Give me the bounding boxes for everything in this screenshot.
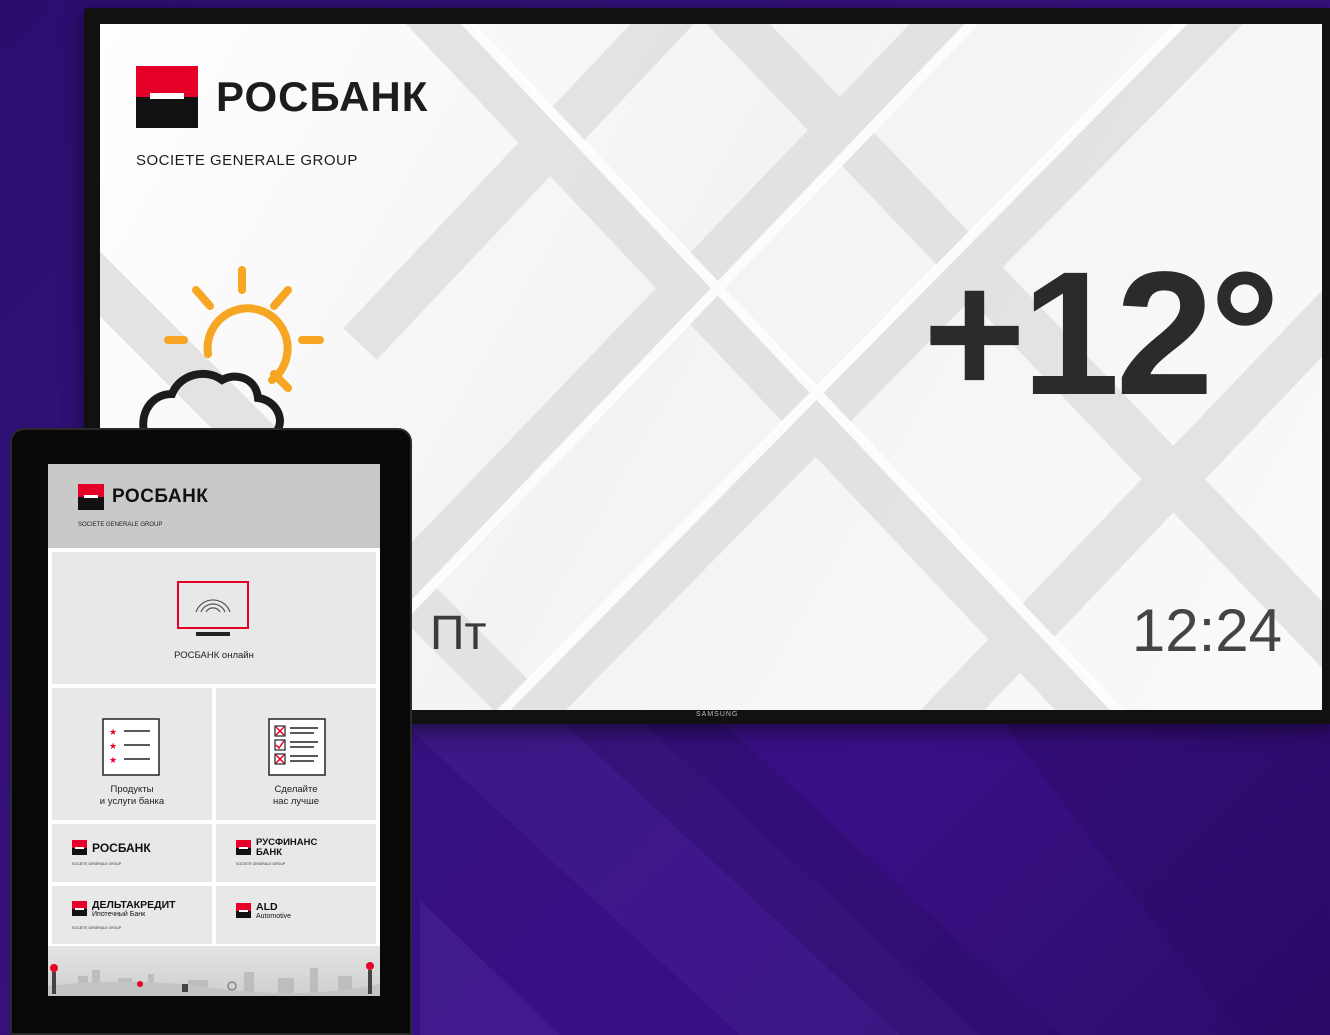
feedback-label-line2: нас лучше (272, 796, 320, 807)
tv-group-name: SOCIETE GENERALE GROUP (136, 152, 358, 169)
city-skyline-illustration (48, 962, 380, 996)
svg-text:★: ★ (109, 742, 117, 752)
tablet-group-name: SOCIETE GENERALE GROUP (78, 522, 163, 528)
products-label-line2: и услуги банка (99, 796, 165, 807)
rusfinance-logo-icon (236, 840, 251, 855)
rosbank-online-label: РОСБАНК онлайн (174, 650, 254, 661)
partner-deltacredit-tile[interactable]: ДЕЛЬТАКРЕДИТ Ипотечный Банк SOCIETE GENE… (52, 886, 212, 944)
weekday-label: Пт (430, 607, 487, 660)
svg-text:★: ★ (109, 728, 117, 738)
tablet-screen: РОСБАНК SOCIETE GENERALE GROUP РОСБАНК о… (48, 464, 380, 996)
rosbank-logo-icon (72, 840, 87, 855)
rosbank-logo-icon (136, 66, 198, 128)
clock-time: 12:24 (1131, 597, 1282, 664)
partner-rusfinance-group: SOCIETE GENERALE GROUP (236, 862, 286, 866)
tablet-brand: РОСБАНК (78, 484, 208, 510)
products-tile[interactable]: ★ ★ ★ Продукты и услуги банка (52, 688, 212, 820)
partner-ald-tile[interactable]: ALD Automotive (216, 886, 376, 944)
partner-rusfinance-tile[interactable]: РУСФИНАНС БАНК SOCIETE GENERALE GROUP (216, 824, 376, 882)
partner-ald-name: ALD (256, 901, 278, 913)
temperature-readout: +12° (923, 236, 1280, 432)
partner-rosbank-name: РОСБАНК (92, 840, 151, 855)
svg-text:★: ★ (109, 756, 117, 766)
partner-deltacredit-sub: Ипотечный Банк (92, 910, 146, 918)
city-illustration-footer (48, 946, 380, 996)
tablet-bank-name: РОСБАНК (112, 486, 209, 507)
checklist-icon (268, 718, 326, 776)
feedback-label-line1: Сделайте (274, 784, 318, 795)
partner-rusfinance-name-line2: БАНК (256, 846, 282, 858)
sun-behind-cloud-icon (139, 266, 324, 436)
feedback-tile[interactable]: Сделайте нас лучше (216, 688, 376, 820)
monitor-signal-icon (177, 581, 249, 636)
tv-bank-name: РОСБАНК (216, 73, 429, 120)
tablet-device: РОСБАНК SOCIETE GENERALE GROUP РОСБАНК о… (10, 428, 412, 1035)
deltacredit-logo-icon (72, 901, 87, 917)
partner-deltacredit-name: ДЕЛЬТАКРЕДИТ (92, 899, 176, 911)
partner-rosbank-group: SOCIETE GENERALE GROUP (72, 862, 122, 866)
rosbank-online-tile[interactable]: РОСБАНК онлайн (52, 552, 376, 684)
partner-rosbank-tile[interactable]: РОСБАНК SOCIETE GENERALE GROUP (52, 824, 212, 882)
ald-logo-icon (236, 903, 251, 919)
tablet-header: РОСБАНК SOCIETE GENERALE GROUP (48, 464, 380, 548)
tv-brand: РОСБАНК (136, 66, 428, 128)
star-list-icon: ★ ★ ★ (102, 718, 160, 776)
rosbank-logo-icon (78, 484, 104, 510)
tv-maker-label: SAMSUNG (696, 711, 739, 718)
partner-deltacredit-group: SOCIETE GENERALE GROUP (72, 926, 122, 930)
partner-ald-sub: Automotive (256, 912, 292, 920)
products-label-line1: Продукты (110, 784, 154, 795)
